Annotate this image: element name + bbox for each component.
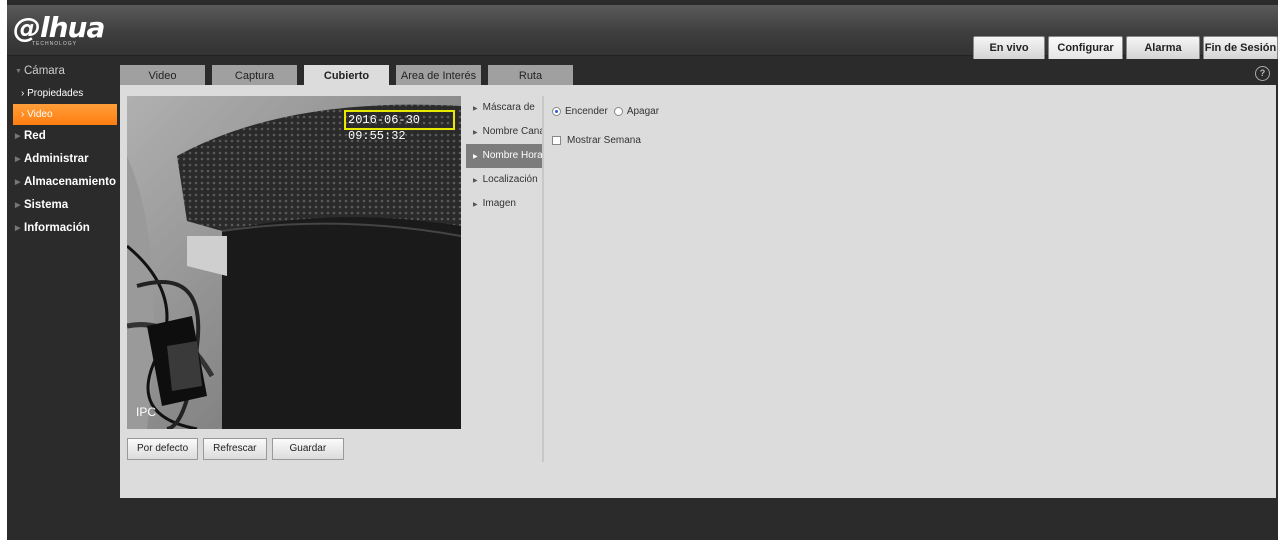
sidebar-group-network[interactable]: ▶ Red [7, 125, 121, 148]
play-arrow-icon: ▶ [473, 178, 478, 184]
osd-channel-label: IPC [136, 405, 157, 419]
show-week-checkbox[interactable] [552, 135, 561, 145]
tab-overlay[interactable]: Cubierto [304, 65, 389, 87]
nav-logout-button[interactable]: Fin de Sesión [1203, 36, 1278, 59]
app-window: @lhua TECHNOLOGY En vivo Configurar Alar… [7, 0, 1278, 540]
show-week-label: Mostrar Semana [567, 134, 641, 146]
play-arrow-icon: ▶ [473, 106, 478, 112]
osd-time-box[interactable]: 2016-06-30 09:55:32 [344, 110, 455, 143]
nav-live-button[interactable]: En vivo [973, 36, 1045, 59]
refresh-button[interactable]: Refrescar [203, 438, 267, 460]
config-tabs: Video Captura Cubierto Area de Interés R… [120, 65, 573, 87]
sidebar-group-label: Red [24, 130, 46, 142]
sidebar-group-camera[interactable]: ▼ Cámara [7, 60, 121, 83]
default-button[interactable]: Por defecto [127, 438, 199, 460]
sidebar-group-label: Sistema [24, 199, 69, 211]
tab-capture[interactable]: Captura [212, 65, 297, 87]
video-preview: 2016-06-30 09:55:32 IPC [127, 96, 461, 429]
nav-config-button[interactable]: Configurar [1048, 36, 1123, 59]
logo-tagline: TECHNOLOGY [32, 41, 78, 47]
subnav-location[interactable]: ▶ Localización [466, 168, 542, 192]
nav-alarm-button[interactable]: Alarma [1126, 36, 1200, 59]
sidebar-item-video[interactable]: › Video [13, 104, 117, 125]
caret-right-icon: ▶ [15, 133, 21, 140]
overlay-subnav: ▶ Máscara de ▶ Nombre Canal ▶ Nombre Horari… [466, 96, 544, 462]
tab-video[interactable]: Video [120, 65, 205, 87]
tab-roi[interactable]: Area de Interés [396, 65, 481, 87]
help-icon[interactable]: ? [1255, 66, 1270, 81]
play-arrow-icon: ▶ [473, 154, 478, 160]
caret-right-icon: ▶ [15, 202, 21, 209]
sidebar-group-label: Información [24, 222, 90, 234]
content-panel: 2016-06-30 09:55:32 IPC Por defecto Refr… [120, 85, 1276, 498]
sidebar-group-system[interactable]: ▶ Sistema [7, 194, 121, 217]
top-navigation: En vivo Configurar Alarma Fin de Sesión [973, 36, 1278, 59]
subnav-label: Nombre Horario [482, 150, 542, 161]
sidebar-group-label: Cámara [24, 65, 65, 77]
caret-right-icon: ▶ [15, 156, 21, 163]
caret-down-icon: ▼ [15, 68, 22, 75]
caret-right-icon: ▶ [15, 179, 21, 186]
enable-on-radio[interactable] [552, 106, 561, 116]
subnav-image[interactable]: ▶ Imagen [466, 192, 542, 216]
save-button[interactable]: Guardar [271, 438, 345, 460]
dahua-logo: @lhua [13, 11, 105, 44]
caret-right-icon: ▶ [15, 225, 21, 232]
enable-off-radio[interactable] [613, 106, 623, 116]
sidebar-group-manage[interactable]: ▶ Administrar [7, 148, 121, 171]
camera-image [127, 96, 461, 429]
action-buttons: Por defecto Refrescar Guardar [127, 438, 345, 460]
tab-path[interactable]: Ruta [488, 65, 573, 87]
sidebar-group-info[interactable]: ▶ Información [7, 217, 121, 240]
time-title-settings: Encender Apagar Mostrar Semana [552, 103, 659, 148]
sidebar-group-label: Almacenamiento [24, 176, 117, 188]
enable-radio-group: Encender Apagar [552, 103, 659, 119]
show-week-row: Mostrar Semana [552, 132, 659, 148]
play-arrow-icon: ▶ [473, 202, 478, 208]
subnav-label: Máscara de [482, 102, 535, 113]
subnav-label: Imagen [482, 198, 516, 209]
subnav-channel-title[interactable]: ▶ Nombre Canal [466, 120, 542, 144]
subnav-label: Localización [482, 174, 538, 185]
sidebar: ▼ Cámara › Propiedades › Video ▶ Red ▶ Adm… [7, 60, 121, 240]
sidebar-item-label: Propiedades [27, 88, 84, 99]
sidebar-item-label: Video [27, 109, 53, 120]
play-arrow-icon: ▶ [473, 130, 478, 136]
header-bar: @lhua TECHNOLOGY En vivo Configurar Alar… [7, 5, 1278, 59]
sidebar-group-storage[interactable]: ▶ Almacenamiento [7, 171, 121, 194]
subnav-privacy-mask[interactable]: ▶ Máscara de [466, 96, 542, 120]
subnav-label: Nombre Canal [482, 126, 542, 137]
sidebar-group-label: Administrar [24, 153, 89, 165]
enable-off-label: Apagar [626, 105, 660, 117]
enable-on-label: Encender [565, 105, 608, 117]
sidebar-item-properties[interactable]: › Propiedades [7, 83, 121, 104]
subnav-time-title[interactable]: ▶ Nombre Horario [466, 144, 542, 168]
